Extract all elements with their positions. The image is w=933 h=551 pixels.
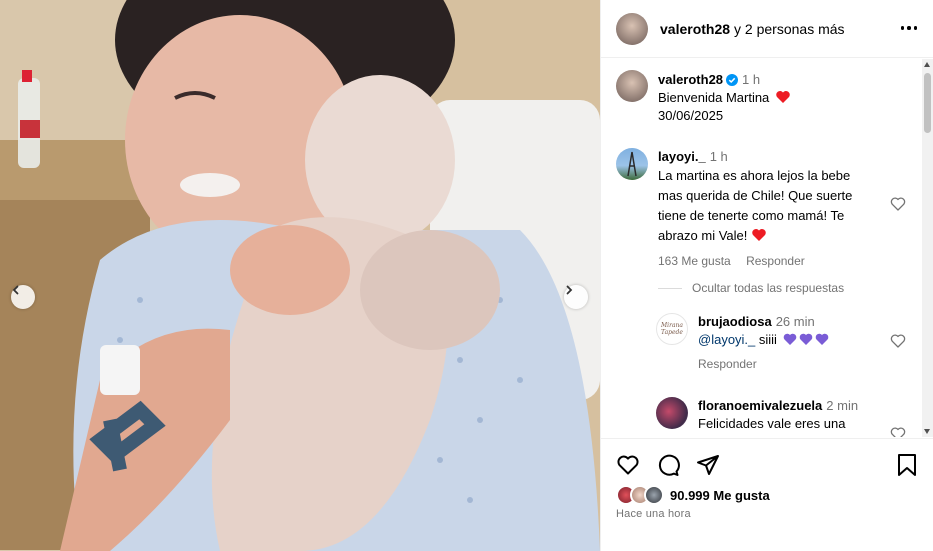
hide-replies-button[interactable]: Ocultar todas las respuestas (658, 281, 844, 295)
comments-list[interactable]: valeroth28 1 h Bienvenida Martina 30/06/2… (601, 59, 933, 437)
reply-button[interactable]: Responder (698, 357, 757, 371)
reply-username[interactable]: floranoemivalezuela (698, 398, 822, 413)
reply-mention[interactable]: @layoyi._ (698, 332, 755, 347)
chevron-right-icon (566, 285, 573, 295)
like-comment-heart-icon[interactable] (890, 426, 906, 437)
caption-time: 1 h (742, 72, 761, 87)
instagram-post-view: valeroth28 y 2 personas más valeroth28 1 … (0, 0, 933, 551)
comment-username[interactable]: layoyi._ (658, 149, 706, 164)
comment-item: layoyi._ 1 h La martina es ahora lejos la… (616, 148, 873, 270)
eiffel-tower-icon (627, 151, 637, 177)
reply-text: siiii (755, 332, 777, 347)
reply-item: Mirana Tapede brujaodiosa 26 min @layoyi.… (656, 313, 831, 373)
post-authors: valeroth28 y 2 personas más (660, 21, 845, 37)
like-comment-heart-icon[interactable] (890, 333, 906, 349)
post-photo (0, 0, 600, 551)
caption-line1: Bienvenida Martina (658, 90, 770, 105)
avatar (644, 485, 664, 505)
comments-scrollbar[interactable] (922, 59, 933, 437)
divider (658, 287, 682, 289)
avatar[interactable] (616, 70, 648, 102)
comment-icon[interactable] (656, 453, 680, 477)
caption-username[interactable]: valeroth28 (658, 72, 723, 87)
avatar[interactable]: Mirana Tapede (656, 313, 688, 345)
post-side-panel: valeroth28 y 2 personas más valeroth28 1 … (600, 0, 933, 551)
red-heart-emoji-icon (776, 91, 790, 103)
more-options-button[interactable] (900, 19, 918, 37)
save-bookmark-icon[interactable] (896, 453, 918, 477)
header-others[interactable]: y 2 personas más (734, 21, 845, 37)
reply-time: 2 min (826, 398, 859, 413)
comment-time: 1 h (709, 149, 728, 164)
reply-text: Felicidades vale eres una (698, 416, 846, 431)
share-send-icon[interactable] (696, 453, 720, 477)
like-heart-icon[interactable] (616, 453, 640, 477)
comment-like-count[interactable]: 163 Me gusta (658, 254, 731, 268)
carousel-next-button[interactable] (564, 285, 588, 309)
verified-badge-icon (726, 74, 739, 86)
likes-summary[interactable]: 90.999 Me gusta (616, 485, 770, 505)
likers-avatars (616, 485, 664, 505)
scroll-up-arrow-icon[interactable] (924, 62, 930, 67)
post-header: valeroth28 y 2 personas más (601, 0, 933, 58)
post-timestamp: Hace una hora (616, 508, 691, 520)
like-comment-heart-icon[interactable] (890, 196, 906, 212)
reply-time: 26 min (775, 314, 815, 329)
avatar[interactable] (616, 12, 648, 45)
post-media[interactable] (0, 0, 600, 551)
caption-line2: 30/06/2025 (658, 108, 724, 123)
header-username[interactable]: valeroth28 (660, 21, 730, 37)
reply-item: floranoemivalezuela 2 min Felicidades val… (656, 397, 858, 433)
avatar[interactable] (656, 397, 688, 429)
red-heart-emoji-icon (752, 229, 766, 241)
caption: valeroth28 1 h Bienvenida Martina 30/06/2… (616, 70, 791, 125)
post-actions: 90.999 Me gusta Hace una hora (601, 438, 933, 551)
likes-count[interactable]: 90.999 Me gusta (670, 488, 770, 503)
chevron-left-icon (12, 285, 19, 295)
reply-username[interactable]: brujaodiosa (698, 314, 772, 329)
scrollbar-thumb[interactable] (924, 73, 931, 133)
avatar-logo-text: Mirana Tapede (661, 322, 683, 336)
carousel-prev-button[interactable] (11, 285, 35, 309)
hide-replies-label: Ocultar todas las respuestas (692, 281, 845, 295)
reply-button[interactable]: Responder (746, 254, 805, 268)
purple-hearts-emoji-icon (783, 333, 828, 345)
avatar[interactable] (616, 148, 648, 180)
scroll-down-arrow-icon[interactable] (924, 429, 930, 434)
